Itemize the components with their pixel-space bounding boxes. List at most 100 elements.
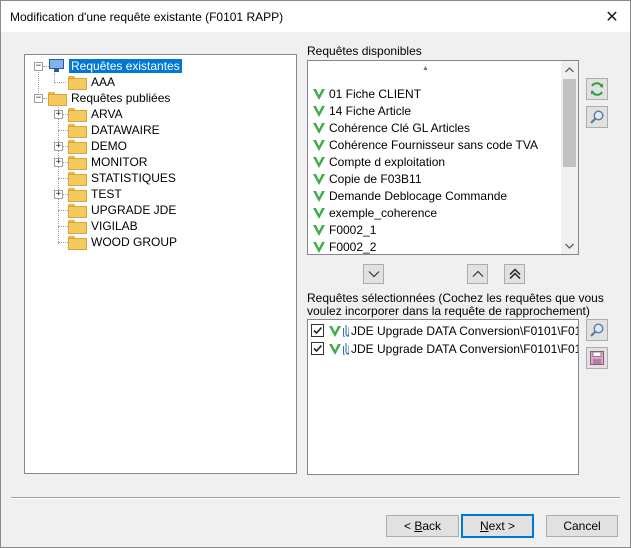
move-down-button[interactable] <box>363 264 384 284</box>
list-item[interactable]: JDE Upgrade DATA Conversion\F0101\F0101.… <box>311 340 578 357</box>
folder-icon <box>68 156 87 170</box>
list-item[interactable]: F0002_2 <box>312 238 376 254</box>
tree-node-label: MONITOR <box>91 155 148 169</box>
list-item[interactable]: exemple_coherence <box>312 204 437 221</box>
query-v-icon <box>328 342 342 356</box>
tree-node-aaa[interactable]: AAA <box>68 74 117 90</box>
refresh-icon <box>591 82 603 96</box>
query-v-icon <box>312 121 326 135</box>
scrollbar-thumb[interactable] <box>563 79 576 167</box>
magnifier-icon <box>590 323 604 337</box>
tree-node-label: ARVA <box>91 107 123 121</box>
folder-icon <box>68 220 87 234</box>
move-top-button[interactable] <box>504 264 525 284</box>
chevron-up-icon <box>472 270 483 277</box>
query-v-icon <box>312 172 326 186</box>
tree-node-monitor[interactable]: MONITOR <box>68 154 149 170</box>
save-icon <box>590 351 604 365</box>
folder-icon <box>68 204 87 218</box>
cancel-button[interactable]: Cancel <box>546 515 618 537</box>
folder-icon <box>68 124 87 138</box>
tree-node-demo[interactable]: DEMO <box>68 138 129 154</box>
paperclip-icon <box>342 342 350 357</box>
scroll-down-arrow-icon[interactable] <box>561 237 578 254</box>
sort-indicator-icon: ▲ <box>422 65 429 72</box>
item-checkbox[interactable] <box>311 342 324 355</box>
tree-node-vigilab[interactable]: VIGILAB <box>68 218 140 234</box>
list-item[interactable]: Demande Deblocage Commande <box>312 187 507 204</box>
folder-icon <box>68 172 87 186</box>
query-v-icon <box>312 138 326 152</box>
query-tree[interactable]: − Requêtes existantes AAA − Requêtes pub… <box>24 54 297 474</box>
tree-node-test[interactable]: TEST <box>68 186 124 202</box>
tree-expander-test[interactable]: + <box>54 190 63 199</box>
back-button[interactable]: < Back <box>386 515 459 537</box>
tree-node-datawaire[interactable]: DATAWAIRE <box>68 122 162 138</box>
query-v-icon <box>312 155 326 169</box>
inspect-selected-button[interactable] <box>586 319 608 341</box>
query-v-icon <box>312 223 326 237</box>
checkmark-icon <box>313 326 323 335</box>
move-up-button[interactable] <box>467 264 488 284</box>
tree-expander-existing[interactable]: − <box>34 62 43 71</box>
footer-divider <box>11 497 620 499</box>
chevron-down-icon <box>368 271 379 278</box>
tree-node-existing-queries[interactable]: Requêtes existantes <box>48 58 182 74</box>
folder-icon <box>48 92 67 106</box>
tree-node-label: WOOD GROUP <box>91 235 177 249</box>
query-v-icon <box>312 189 326 203</box>
query-v-icon <box>312 240 326 254</box>
list-item[interactable]: Cohérence Fournisseur sans code TVA <box>312 136 538 153</box>
title-bar: Modification d'une requête existante (F0… <box>1 1 630 32</box>
close-button[interactable]: ✕ <box>594 1 630 32</box>
tree-expander-monitor[interactable]: + <box>54 158 63 167</box>
window-title: Modification d'une requête existante (F0… <box>10 10 284 24</box>
folder-icon <box>68 108 87 122</box>
tree-node-label: TEST <box>91 187 122 201</box>
tree-node-label: DEMO <box>91 139 127 153</box>
tree-node-statistiques[interactable]: STATISTIQUES <box>68 170 178 186</box>
folder-icon <box>68 76 87 90</box>
query-v-icon <box>312 104 326 118</box>
tree-node-label: UPGRADE JDE <box>91 203 177 217</box>
list-item[interactable]: Copie de F03B11 <box>312 170 422 187</box>
tree-node-label: Requêtes existantes <box>69 59 182 73</box>
query-v-icon <box>312 206 326 220</box>
tree-node-label: DATAWAIRE <box>91 123 160 137</box>
refresh-button[interactable] <box>586 78 608 100</box>
selected-queries-label-line2: voulez incorporer dans la requête de rap… <box>307 304 590 318</box>
tree-node-wood-group[interactable]: WOOD GROUP <box>68 234 179 250</box>
list-item[interactable]: F0002_1 <box>312 221 376 238</box>
folder-icon <box>68 236 87 250</box>
list-item[interactable]: 01 Fiche CLIENT <box>312 85 421 102</box>
available-queries-list[interactable]: ▲ 01 Fiche CLIENT 14 Fiche Article Cohér… <box>307 60 579 255</box>
tree-node-upgrade-jde[interactable]: UPGRADE JDE <box>68 202 178 218</box>
magnifier-icon <box>590 110 604 124</box>
monitor-icon <box>48 59 65 73</box>
inspect-available-button[interactable] <box>586 106 608 128</box>
query-v-icon <box>312 87 326 101</box>
folder-icon <box>68 140 87 154</box>
next-button[interactable]: Next > <box>461 514 534 538</box>
tree-node-published-queries[interactable]: Requêtes publiées <box>48 90 172 106</box>
save-selection-button[interactable] <box>586 347 608 369</box>
close-icon: ✕ <box>605 8 619 26</box>
list-item[interactable]: Compte d exploitation <box>312 153 445 170</box>
query-v-icon <box>328 324 342 338</box>
available-list-scrollbar[interactable] <box>561 61 578 254</box>
item-checkbox[interactable] <box>311 324 324 337</box>
folder-icon <box>68 188 87 202</box>
tree-node-arva[interactable]: ARVA <box>68 106 125 122</box>
tree-expander-arva[interactable]: + <box>54 110 63 119</box>
list-item[interactable]: 14 Fiche Article <box>312 102 411 119</box>
tree-expander-demo[interactable]: + <box>54 142 63 151</box>
available-queries-label: Requêtes disponibles <box>307 44 422 58</box>
tree-node-label: STATISTIQUES <box>91 171 176 185</box>
scroll-up-arrow-icon[interactable] <box>561 61 578 78</box>
tree-node-label: Requêtes publiées <box>71 91 171 105</box>
list-item[interactable]: Cohérence Clé GL Articles <box>312 119 470 136</box>
selected-queries-list[interactable]: JDE Upgrade DATA Conversion\F0101\F0101.… <box>307 319 579 475</box>
tree-expander-published[interactable]: − <box>34 94 43 103</box>
double-chevron-up-icon <box>508 268 521 280</box>
list-item[interactable]: JDE Upgrade DATA Conversion\F0101\F0101.… <box>311 322 578 339</box>
